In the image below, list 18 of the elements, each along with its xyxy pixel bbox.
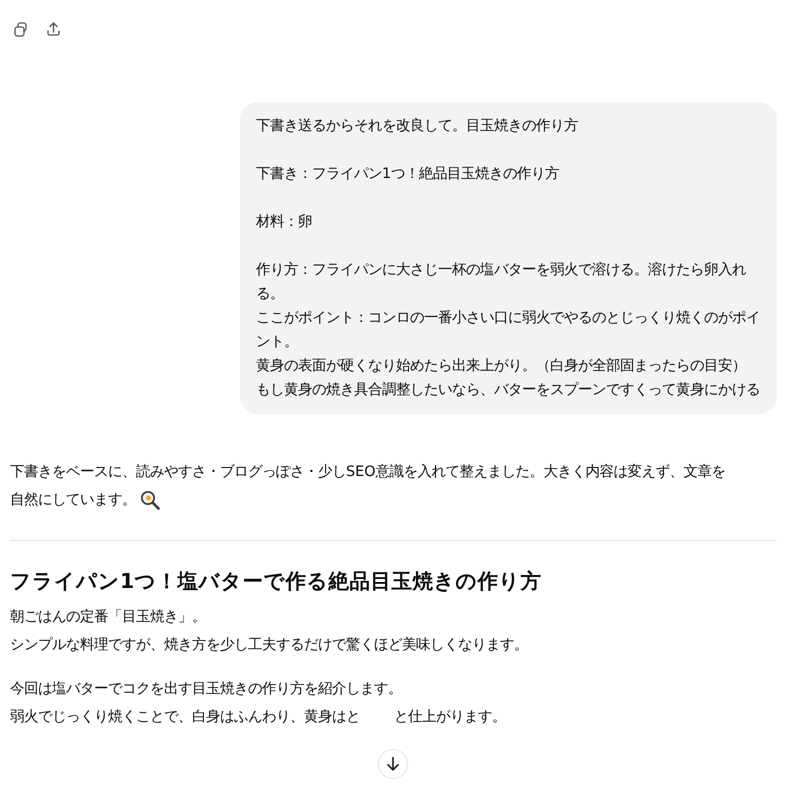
arrow-down-icon bbox=[387, 757, 399, 771]
message-text: 下書きをベースに、読みやすさ・ブログっぽさ・少しSEO意識を入れて整えました。大きく内容は変えず、文章を bbox=[10, 462, 726, 482]
paragraph-text: 朝ごはんの定番「目玉焼き」。 bbox=[10, 608, 206, 627]
scroll-down-button[interactable] bbox=[378, 749, 408, 779]
message-text: ここがポイント：コンロの一番小さい口に弱火でやるのとじっくり焼くのがポイント。 bbox=[256, 309, 761, 352]
message-text: 下書き：フライパン1つ！絶品目玉焼きの作り方 bbox=[256, 164, 560, 184]
frying-pan-icon bbox=[140, 490, 160, 510]
paragraph-text: 弱火でじっくり焼くことで、白身はふんわり、黄身はと bbox=[10, 708, 360, 727]
paragraph-text: シンプルな料理ですが、焼き方を少し工夫するだけで驚くほど美味しくなります。 bbox=[10, 636, 528, 655]
paragraph-text: 今回は塩バターでコクを出す目玉焼きの作り方を紹介します。 bbox=[10, 680, 402, 699]
message-text: 作り方：フライパンに大さじ一杯の塩バターを弱火で溶ける。溶けたら卵入れる。 bbox=[256, 260, 747, 304]
message-text: 下書き送るからそれを改良して。目玉焼きの作り方 bbox=[256, 116, 579, 136]
message-text: 黄身の表面が硬くなり始めたら出来上がり。（白身が全部固まったらの目安） bbox=[256, 356, 747, 376]
message-text: もし黄身の焼き具合調整したいなら、バターをスプーンですくって黄身にかける bbox=[256, 380, 761, 400]
paragraph-text: と仕上がります。 bbox=[394, 708, 506, 727]
article-heading: フライパン1つ！塩バターで作る絶品目玉焼きの作り方 bbox=[10, 568, 542, 595]
message-text: 自然にしています。 bbox=[10, 491, 136, 510]
message-text: 材料：卵 bbox=[256, 213, 313, 232]
